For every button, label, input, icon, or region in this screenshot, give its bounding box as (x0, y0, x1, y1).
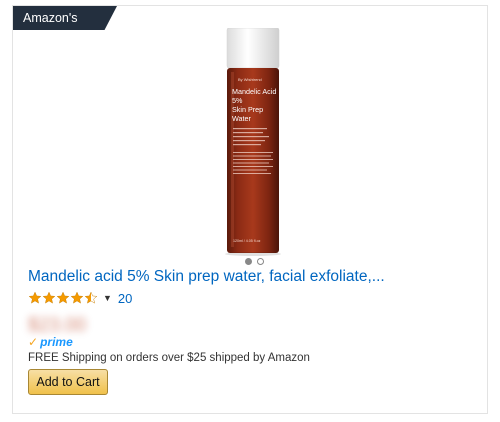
star-full-icon (70, 291, 84, 304)
bottle-volume-text: 120ml / 4.05 fl.oz (233, 239, 261, 243)
product-title-link[interactable]: Mandelic acid 5% Skin prep water, facial… (28, 268, 385, 286)
star-half-icon (84, 291, 98, 304)
product-image[interactable]: By Wishtrend Mandelic Acid 5% Skin Prep … (218, 28, 288, 256)
amazons-choice-badge: Amazon's Choice (13, 6, 117, 30)
bottle-name-line-2: 5% (232, 96, 243, 105)
star-full-icon (56, 291, 70, 304)
rating-row: ▼ 20 (28, 289, 132, 307)
bottle-name-line-1: Mandelic Acid (232, 87, 276, 96)
review-count-link[interactable]: 20 (118, 291, 132, 306)
carousel-dot-1[interactable] (245, 258, 252, 265)
star-full-icon (28, 291, 42, 304)
star-full-icon (42, 291, 56, 304)
badge-accent: Choice (23, 35, 62, 49)
carousel-dot-2[interactable] (257, 258, 264, 265)
shipping-info: FREE Shipping on orders over $25 shipped… (28, 352, 310, 364)
prime-label: prime (40, 335, 73, 349)
bottle-name-line-4: Water (232, 114, 252, 123)
prime-badge: ✓ prime (28, 335, 73, 349)
star-rating[interactable] (28, 291, 98, 305)
chevron-down-icon[interactable]: ▼ (103, 293, 112, 303)
badge-prefix: Amazon's (23, 11, 78, 25)
add-to-cart-button[interactable]: Add to Cart (28, 369, 108, 395)
prime-check-icon: ✓ (28, 335, 39, 349)
bottle-name-line-3: Skin Prep (232, 105, 263, 114)
product-card: Amazon's Choice By Wishtrend Mandelic Ac… (12, 5, 488, 414)
price: $23.00 (28, 315, 87, 336)
bottle-brand-text: By Wishtrend (238, 77, 262, 82)
image-carousel-dots (245, 258, 264, 265)
